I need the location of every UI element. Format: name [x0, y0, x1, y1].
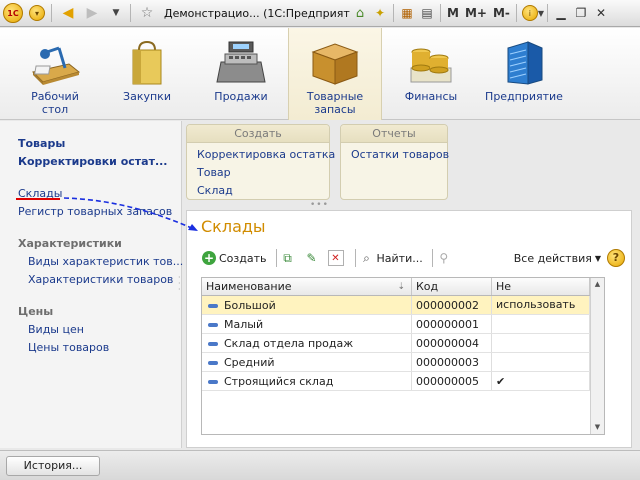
history-button[interactable]: История... — [6, 456, 100, 476]
bottom-bar: История... — [0, 450, 640, 480]
annotation-arrow — [63, 197, 198, 231]
